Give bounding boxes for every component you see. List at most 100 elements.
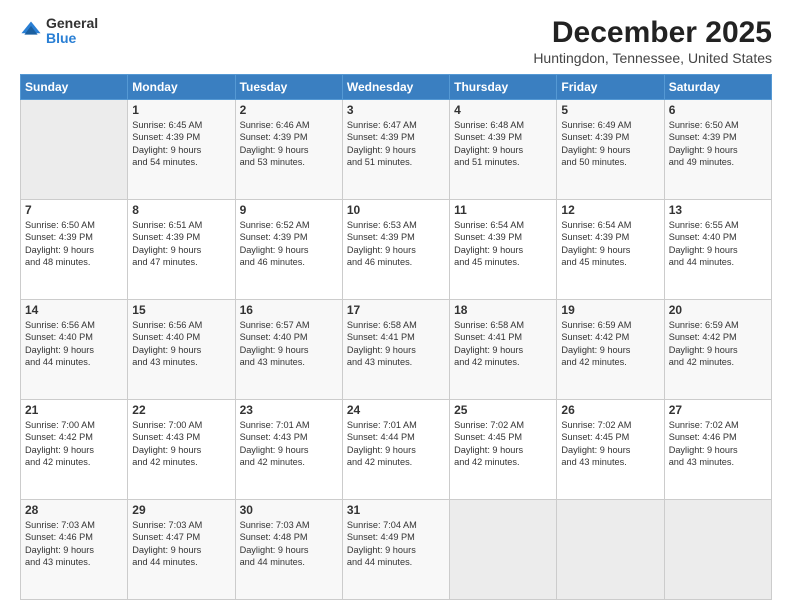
calendar-header-row: SundayMondayTuesdayWednesdayThursdayFrid… [21,75,772,100]
day-number: 15 [132,303,230,317]
day-number: 28 [25,503,123,517]
logo: General Blue [20,16,98,47]
day-number: 9 [240,203,338,217]
calendar-cell: 4 Sunrise: 6:48 AM Sunset: 4:39 PM Daylig… [450,100,557,200]
day-number: 26 [561,403,659,417]
calendar-day-header: Saturday [664,75,771,100]
header: General Blue December 2025 Huntingdon, T… [20,16,772,66]
calendar-cell: 5 Sunrise: 6:49 AM Sunset: 4:39 PM Daylig… [557,100,664,200]
cell-info: Sunrise: 7:03 AM Sunset: 4:48 PM Dayligh… [240,519,338,569]
cell-info: Sunrise: 6:57 AM Sunset: 4:40 PM Dayligh… [240,319,338,369]
cell-info: Sunrise: 7:01 AM Sunset: 4:43 PM Dayligh… [240,419,338,469]
cell-info: Sunrise: 6:46 AM Sunset: 4:39 PM Dayligh… [240,119,338,169]
cell-info: Sunrise: 6:48 AM Sunset: 4:39 PM Dayligh… [454,119,552,169]
calendar-cell [450,500,557,600]
day-number: 16 [240,303,338,317]
calendar-cell: 25 Sunrise: 7:02 AM Sunset: 4:45 PM Dayli… [450,400,557,500]
cell-info: Sunrise: 7:03 AM Sunset: 4:46 PM Dayligh… [25,519,123,569]
day-number: 8 [132,203,230,217]
cell-info: Sunrise: 6:47 AM Sunset: 4:39 PM Dayligh… [347,119,445,169]
calendar-cell: 12Sunrise: 6:54 AM Sunset: 4:39 PM Dayli… [557,200,664,300]
cell-info: Sunrise: 6:52 AM Sunset: 4:39 PM Dayligh… [240,219,338,269]
calendar-cell: 26 Sunrise: 7:02 AM Sunset: 4:45 PM Dayli… [557,400,664,500]
title-block: December 2025 Huntingdon, Tennessee, Uni… [533,16,772,66]
cell-info: Sunrise: 7:03 AM Sunset: 4:47 PM Dayligh… [132,519,230,569]
calendar-cell [21,100,128,200]
logo-icon [20,20,42,42]
calendar-week-row: 28 Sunrise: 7:03 AM Sunset: 4:46 PM Dayli… [21,500,772,600]
calendar-cell: 30 Sunrise: 7:03 AM Sunset: 4:48 PM Dayli… [235,500,342,600]
calendar-week-row: 1 Sunrise: 6:45 AM Sunset: 4:39 PM Daylig… [21,100,772,200]
cell-info: Sunrise: 6:54 AM Sunset: 4:39 PM Dayligh… [561,219,659,269]
cell-info: Sunrise: 6:58 AM Sunset: 4:41 PM Dayligh… [347,319,445,369]
day-number: 23 [240,403,338,417]
cell-info: Sunrise: 7:02 AM Sunset: 4:45 PM Dayligh… [454,419,552,469]
day-number: 11 [454,203,552,217]
cell-info: Sunrise: 6:58 AM Sunset: 4:41 PM Dayligh… [454,319,552,369]
cell-info: Sunrise: 7:04 AM Sunset: 4:49 PM Dayligh… [347,519,445,569]
calendar-cell: 13 Sunrise: 6:55 AM Sunset: 4:40 PM Dayli… [664,200,771,300]
calendar-cell: 20 Sunrise: 6:59 AM Sunset: 4:42 PM Dayli… [664,300,771,400]
day-number: 30 [240,503,338,517]
cell-info: Sunrise: 7:01 AM Sunset: 4:44 PM Dayligh… [347,419,445,469]
calendar-table: SundayMondayTuesdayWednesdayThursdayFrid… [20,74,772,600]
page: General Blue December 2025 Huntingdon, T… [0,0,792,612]
logo-blue-label: Blue [46,31,98,46]
logo-text: General Blue [46,16,98,47]
day-number: 20 [669,303,767,317]
calendar-week-row: 14 Sunrise: 6:56 AM Sunset: 4:40 PM Dayli… [21,300,772,400]
calendar-week-row: 21 Sunrise: 7:00 AM Sunset: 4:42 PM Dayli… [21,400,772,500]
calendar-cell: 10Sunrise: 6:53 AM Sunset: 4:39 PM Dayli… [342,200,449,300]
calendar-cell: 15 Sunrise: 6:56 AM Sunset: 4:40 PM Dayli… [128,300,235,400]
day-number: 25 [454,403,552,417]
calendar-day-header: Sunday [21,75,128,100]
day-number: 31 [347,503,445,517]
cell-info: Sunrise: 6:56 AM Sunset: 4:40 PM Dayligh… [132,319,230,369]
calendar-cell: 7 Sunrise: 6:50 AM Sunset: 4:39 PM Daylig… [21,200,128,300]
cell-info: Sunrise: 6:49 AM Sunset: 4:39 PM Dayligh… [561,119,659,169]
calendar-cell: 23 Sunrise: 7:01 AM Sunset: 4:43 PM Dayli… [235,400,342,500]
calendar-day-header: Wednesday [342,75,449,100]
day-number: 5 [561,103,659,117]
cell-info: Sunrise: 6:55 AM Sunset: 4:40 PM Dayligh… [669,219,767,269]
cell-info: Sunrise: 6:59 AM Sunset: 4:42 PM Dayligh… [669,319,767,369]
main-title: December 2025 [533,16,772,50]
day-number: 29 [132,503,230,517]
day-number: 14 [25,303,123,317]
calendar-cell: 6Sunrise: 6:50 AM Sunset: 4:39 PM Daylig… [664,100,771,200]
cell-info: Sunrise: 7:00 AM Sunset: 4:42 PM Dayligh… [25,419,123,469]
calendar-cell: 2 Sunrise: 6:46 AM Sunset: 4:39 PM Daylig… [235,100,342,200]
day-number: 7 [25,203,123,217]
calendar-cell [557,500,664,600]
logo-general-label: General [46,16,98,31]
day-number: 4 [454,103,552,117]
calendar-cell: 22Sunrise: 7:00 AM Sunset: 4:43 PM Dayli… [128,400,235,500]
calendar-week-row: 7 Sunrise: 6:50 AM Sunset: 4:39 PM Daylig… [21,200,772,300]
day-number: 24 [347,403,445,417]
day-number: 1 [132,103,230,117]
cell-info: Sunrise: 6:54 AM Sunset: 4:39 PM Dayligh… [454,219,552,269]
calendar-cell: 3Sunrise: 6:47 AM Sunset: 4:39 PM Daylig… [342,100,449,200]
calendar-cell: 31 Sunrise: 7:04 AM Sunset: 4:49 PM Dayli… [342,500,449,600]
day-number: 19 [561,303,659,317]
cell-info: Sunrise: 6:50 AM Sunset: 4:39 PM Dayligh… [25,219,123,269]
calendar-cell: 9 Sunrise: 6:52 AM Sunset: 4:39 PM Daylig… [235,200,342,300]
calendar-cell: 1 Sunrise: 6:45 AM Sunset: 4:39 PM Daylig… [128,100,235,200]
day-number: 2 [240,103,338,117]
cell-info: Sunrise: 6:45 AM Sunset: 4:39 PM Dayligh… [132,119,230,169]
day-number: 10 [347,203,445,217]
calendar-cell: 16 Sunrise: 6:57 AM Sunset: 4:40 PM Dayli… [235,300,342,400]
day-number: 21 [25,403,123,417]
day-number: 22 [132,403,230,417]
subtitle: Huntingdon, Tennessee, United States [533,50,772,66]
day-number: 18 [454,303,552,317]
cell-info: Sunrise: 6:50 AM Sunset: 4:39 PM Dayligh… [669,119,767,169]
calendar-day-header: Tuesday [235,75,342,100]
cell-info: Sunrise: 7:02 AM Sunset: 4:45 PM Dayligh… [561,419,659,469]
calendar-cell: 14Sunrise: 6:56 AM Sunset: 4:40 PM Dayli… [21,300,128,400]
calendar-cell: 8Sunrise: 6:51 AM Sunset: 4:39 PM Daylig… [128,200,235,300]
day-number: 13 [669,203,767,217]
calendar-cell: 11 Sunrise: 6:54 AM Sunset: 4:39 PM Dayli… [450,200,557,300]
calendar-cell: 17Sunrise: 6:58 AM Sunset: 4:41 PM Dayli… [342,300,449,400]
cell-info: Sunrise: 7:02 AM Sunset: 4:46 PM Dayligh… [669,419,767,469]
